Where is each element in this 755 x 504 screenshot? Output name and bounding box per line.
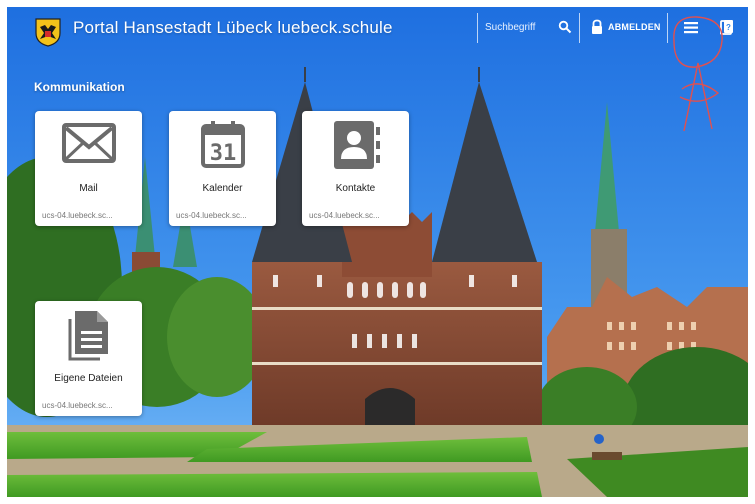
- tile-label: Kalender: [202, 183, 243, 194]
- contacts-icon: [333, 121, 380, 169]
- mail-icon: [61, 123, 116, 163]
- crest-icon: [35, 18, 61, 47]
- tile-calendar[interactable]: 31 Kalender ucs-04.luebeck.sc...: [169, 111, 276, 226]
- divider: [579, 13, 580, 43]
- search-input[interactable]: Suchbegriff: [485, 22, 535, 33]
- tile-host: ucs-04.luebeck.sc...: [42, 211, 113, 220]
- divider: [667, 13, 668, 43]
- file-icon: [68, 311, 108, 361]
- tile-files[interactable]: Eigene Dateien ucs-04.luebeck.sc...: [35, 301, 142, 416]
- tile-label: Kontakte: [335, 183, 376, 194]
- tile-mail[interactable]: Mail ucs-04.luebeck.sc...: [35, 111, 142, 226]
- calendar-icon: 31: [200, 121, 245, 168]
- svg-text:31: 31: [209, 141, 236, 166]
- lock-icon[interactable]: [590, 19, 604, 35]
- search-icon[interactable]: [558, 20, 572, 34]
- tile-label: Mail: [79, 183, 98, 194]
- section-title: Kommunikation: [34, 80, 125, 94]
- help-icon[interactable]: ?: [719, 19, 735, 36]
- logout-button[interactable]: ABMELDEN: [608, 22, 661, 32]
- portal-screen: Portal Hansestadt Lübeck luebeck.schule …: [7, 7, 748, 497]
- tile-host: ucs-04.luebeck.sc...: [309, 211, 380, 220]
- top-bar: Portal Hansestadt Lübeck luebeck.schule …: [7, 7, 748, 53]
- tile-contacts[interactable]: Kontakte ucs-04.luebeck.sc...: [302, 111, 409, 226]
- menu-icon[interactable]: [683, 20, 699, 35]
- tile-host: ucs-04.luebeck.sc...: [42, 401, 113, 410]
- svg-text:?: ?: [726, 23, 731, 32]
- portal-title: Portal Hansestadt Lübeck luebeck.schule: [73, 18, 393, 37]
- tile-host: ucs-04.luebeck.sc...: [176, 211, 247, 220]
- tile-label: Eigene Dateien: [54, 373, 123, 384]
- divider: [477, 13, 478, 43]
